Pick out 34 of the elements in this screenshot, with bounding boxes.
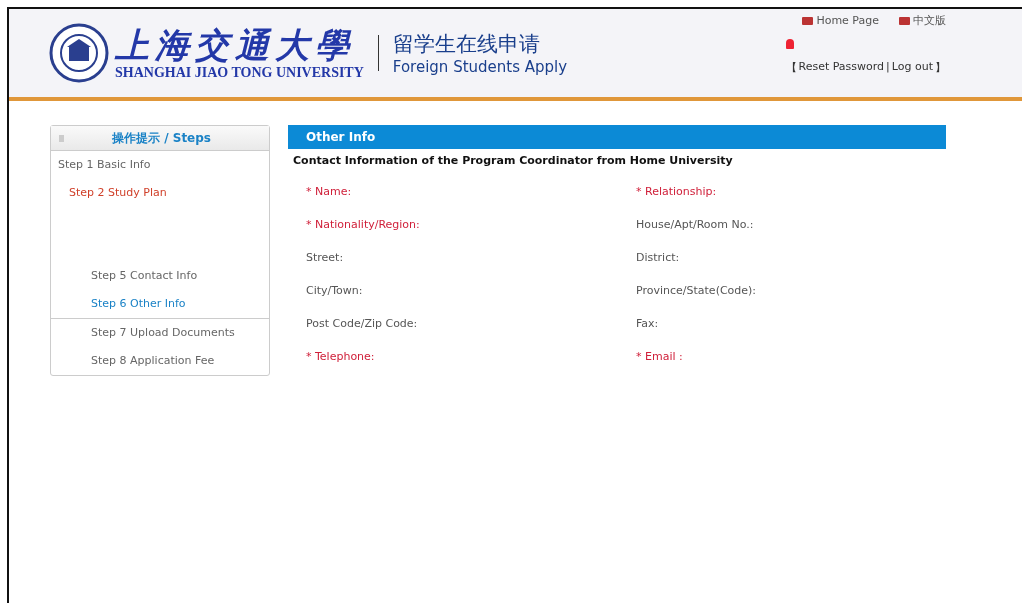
- account-link[interactable]: Log out: [891, 60, 933, 75]
- app-subtitle: Foreign Students Apply: [392, 58, 568, 76]
- university-name: 上海交通大學: [115, 25, 356, 65]
- field-label: City/Town:: [306, 284, 363, 297]
- step-item[interactable]: Step 7 Upload Documents: [51, 319, 269, 347]
- user-icon: [786, 39, 794, 49]
- separator: |: [886, 60, 890, 75]
- field-label: Street:: [306, 251, 344, 264]
- university-seal-icon: [49, 23, 109, 83]
- step-item[interactable]: Step 5 Contact Info: [51, 262, 269, 290]
- field-label: * Name:: [306, 185, 352, 198]
- bracket: 】: [935, 60, 946, 75]
- field-label: * Telephone:: [306, 350, 375, 363]
- account-link[interactable]: Reset Password: [798, 60, 885, 75]
- field-label: Province/State(Code):: [636, 284, 757, 297]
- header-link[interactable]: 中文版: [899, 13, 946, 28]
- university-name-english: SHANGHAI JIAO TONG UNIVERSITY: [115, 65, 364, 81]
- panel-title: Other Info: [288, 125, 946, 149]
- step-item[interactable]: Step 1 Basic Info: [51, 151, 269, 179]
- steps-title: 操作提示 / Steps: [111, 129, 212, 147]
- header-link[interactable]: Home Page: [802, 13, 879, 28]
- field-label: * Email :: [636, 350, 683, 363]
- field-label: * Relationship:: [636, 185, 717, 198]
- step-item[interactable]: Step 6 Other Info: [51, 290, 269, 319]
- field-label: Post Code/Zip Code:: [306, 317, 418, 330]
- field-label: House/Apt/Room No.:: [636, 218, 754, 231]
- step-item[interactable]: Step 2 Study Plan: [51, 179, 269, 207]
- field-label: Fax:: [636, 317, 659, 330]
- field-label: * Nationality/Region:: [306, 218, 420, 231]
- app-title: 留学生在线申请: [392, 31, 541, 58]
- field-label: District:: [636, 251, 680, 264]
- grip-icon: [59, 134, 64, 142]
- step-item[interactable]: Step 8 Application Fee: [51, 347, 269, 375]
- bracket: 【: [785, 60, 797, 75]
